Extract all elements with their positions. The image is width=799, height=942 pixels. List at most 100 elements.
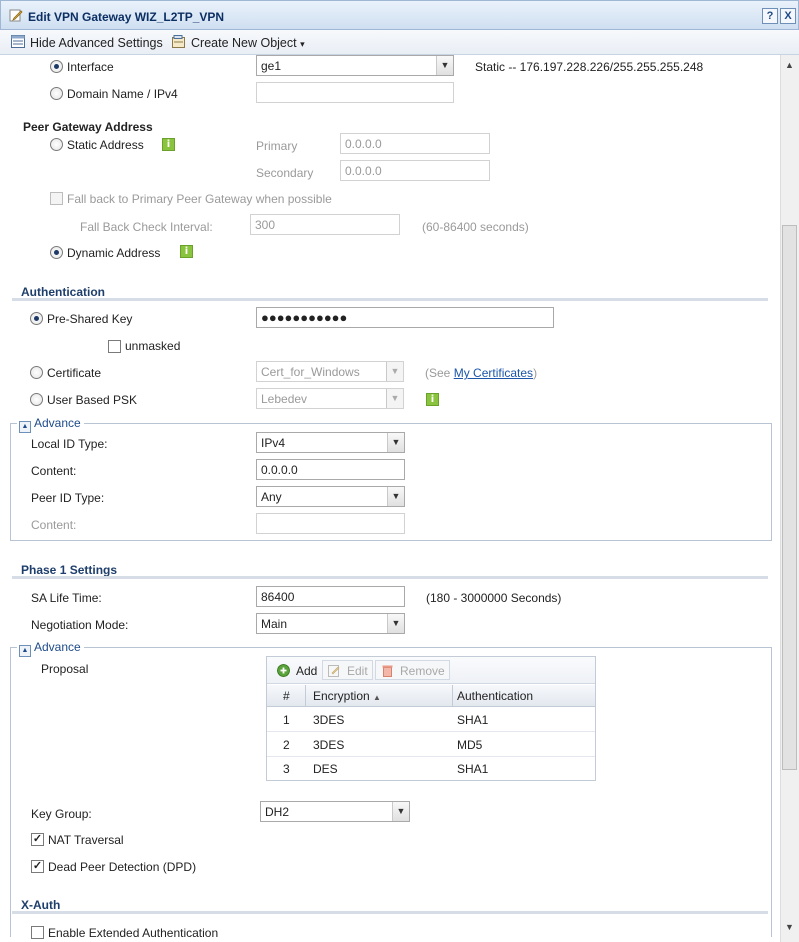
dpd-checkbox[interactable]: ✓ [31,860,44,873]
certificate-radio[interactable] [30,366,43,379]
peer-content-input[interactable] [256,513,405,534]
interface-select[interactable]: ge1 ▼ [256,55,454,76]
add-button[interactable]: Add [271,660,322,680]
certificate-select[interactable]: Cert_for_Windows ▼ [256,361,404,382]
chevron-down-icon: ▼ [387,487,404,506]
trash-icon [382,665,393,677]
interface-value: ge1 [261,59,282,73]
create-new-object-button[interactable]: Create New Object ▾ [191,36,305,50]
local-content-input[interactable]: 0.0.0.0 [256,459,405,480]
pre-shared-key-input[interactable]: ●●●●●●●●●●● [256,307,554,328]
dynamic-address-radio[interactable] [50,246,63,259]
nat-traversal-checkbox[interactable]: ✓ [31,833,44,846]
scroll-up-arrow-icon[interactable]: ▲ [782,58,797,72]
domain-name-label: Domain Name / IPv4 [67,87,178,101]
scroll-down-arrow-icon[interactable]: ▼ [782,920,797,934]
column-header-authentication[interactable]: Authentication [457,689,533,703]
peer-content-label: Content: [31,518,77,532]
sa-life-time-label: SA Life Time: [31,591,102,605]
section-divider [12,576,768,579]
domain-name-input[interactable] [256,82,454,103]
user-based-psk-radio[interactable] [30,393,43,406]
phase1-section-title: Phase 1 Settings [21,563,118,577]
table-row[interactable]: 3 DES SHA1 [267,757,595,781]
edit-pencil-icon [9,9,23,22]
row-num: 2 [283,738,290,752]
chevron-down-icon: ▼ [386,389,403,408]
dpd-label: Dead Peer Detection (DPD) [48,860,197,874]
static-address-radio[interactable] [50,138,63,151]
sa-life-time-hint: (180 - 3000000 Seconds) [426,591,562,605]
row-num: 3 [283,762,290,776]
fallback-interval-input[interactable]: 300 [250,214,400,235]
see-prefix: (See [425,366,451,380]
section-divider [12,911,768,914]
column-divider [305,685,306,707]
row-authentication: SHA1 [457,713,489,727]
static-address-label: Static Address [67,138,144,152]
row-encryption: DES [313,762,338,776]
unmasked-checkbox[interactable] [108,340,121,353]
advance-legend-proposal[interactable]: ▲ Advance [17,640,84,657]
local-id-type-select[interactable]: IPv4 ▼ [256,432,405,453]
interface-radio[interactable] [50,60,63,73]
row-authentication: MD5 [457,738,483,752]
user-based-psk-select[interactable]: Lebedev ▼ [256,388,404,409]
fallback-checkbox[interactable] [50,192,63,205]
table-row[interactable]: 2 3DES MD5 [267,733,595,757]
secondary-input[interactable]: 0.0.0.0 [340,160,490,181]
advance-legend-label: Advance [34,640,81,654]
pre-shared-key-radio[interactable] [30,312,43,325]
info-icon[interactable]: i [162,138,175,151]
proposal-table: Add Edit Remove # Encryption ▲ Authentic… [266,656,596,781]
column-header-num[interactable]: # [283,689,290,703]
user-based-psk-value: Lebedev [261,392,308,406]
column-header-encryption[interactable]: Encryption ▲ [313,689,381,703]
dynamic-address-label: Dynamic Address [67,246,161,260]
advance-legend-identity[interactable]: ▲ Advance [17,416,84,433]
scrollbar-thumb[interactable] [782,225,797,770]
info-icon[interactable]: i [426,393,439,406]
edit-button-label: Edit [347,664,368,678]
local-id-type-label: Local ID Type: [31,437,108,451]
remove-button-label: Remove [400,664,445,678]
edit-icon [328,665,340,677]
negotiation-mode-select[interactable]: Main ▼ [256,613,405,634]
column-divider [452,685,453,707]
my-certificates-link[interactable]: My Certificates [454,366,533,380]
see-suffix: ) [533,366,538,380]
key-group-label: Key Group: [31,807,92,821]
fallback-label: Fall back to Primary Peer Gateway when p… [67,192,332,206]
pre-shared-key-label: Pre-Shared Key [47,312,133,326]
hide-advanced-settings-button[interactable]: Hide Advanced Settings [30,36,163,50]
remove-button[interactable]: Remove [375,660,450,680]
row-authentication: SHA1 [457,762,489,776]
peer-id-type-select[interactable]: Any ▼ [256,486,405,507]
primary-label: Primary [256,139,298,153]
user-based-psk-label: User Based PSK [47,393,138,407]
proposal-label: Proposal [41,662,89,676]
add-icon [277,664,290,677]
row-encryption: 3DES [313,738,345,752]
sa-life-time-input[interactable]: 86400 [256,586,405,607]
collapse-icon[interactable]: ▲ [19,421,31,433]
certificate-label: Certificate [47,366,102,380]
sort-ascending-icon: ▲ [373,693,381,702]
close-button[interactable]: X [780,8,796,24]
negotiation-mode-label: Negotiation Mode: [31,618,129,632]
see-my-certificates: (See My Certificates) [425,366,537,380]
primary-input[interactable]: 0.0.0.0 [340,133,490,154]
domain-name-radio[interactable] [50,87,63,100]
create-new-object-label: Create New Object [191,36,297,50]
info-icon[interactable]: i [180,245,193,258]
row-encryption: 3DES [313,713,345,727]
help-button[interactable]: ? [762,8,778,24]
key-group-select[interactable]: DH2 ▼ [260,801,410,822]
window-title-bar: Edit VPN Gateway WIZ_L2TP_VPN ? X [0,0,799,30]
collapse-icon[interactable]: ▲ [19,645,31,657]
edit-button[interactable]: Edit [322,660,373,680]
xauth-section-title: X-Auth [21,898,61,912]
peer-id-type-label: Peer ID Type: [31,491,105,505]
enable-extended-authentication-checkbox[interactable] [31,926,44,939]
table-row[interactable]: 1 3DES SHA1 [267,708,595,732]
